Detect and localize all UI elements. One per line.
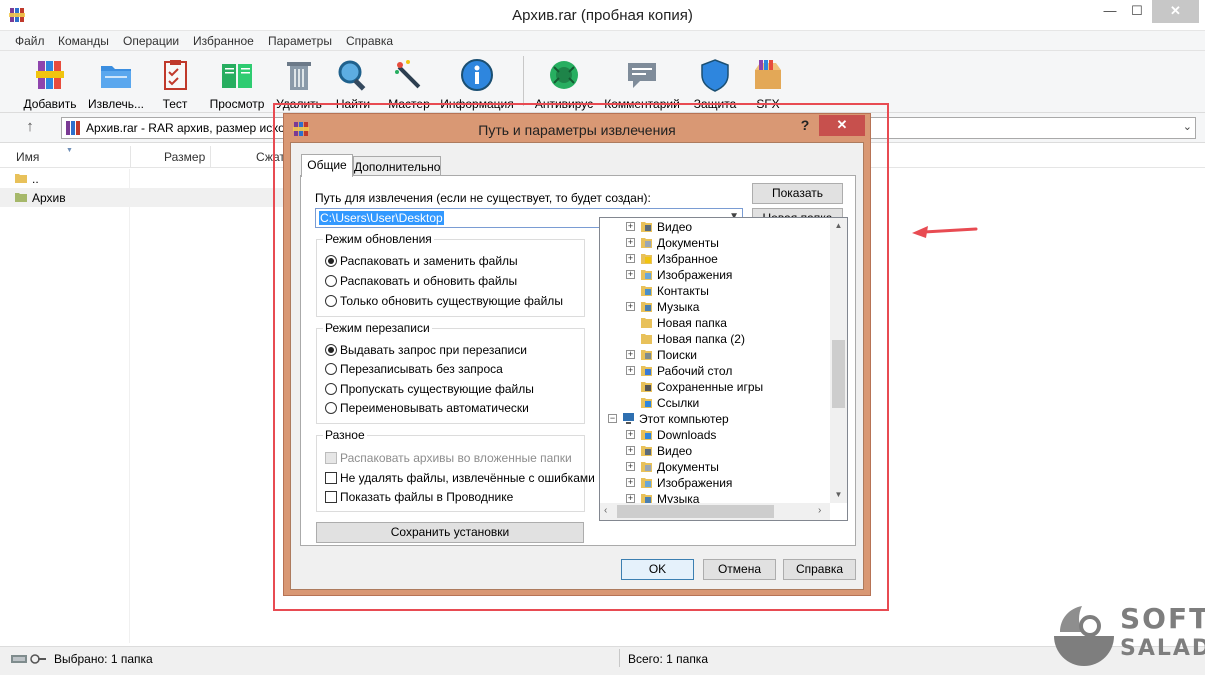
menu-bar: Файл Команды Операции Избранное Параметр… bbox=[0, 31, 1205, 51]
pointer-arrow-icon bbox=[912, 226, 978, 238]
title-bar: Архив.rar (пробная копия) — ☐ ✕ bbox=[0, 0, 1205, 31]
books-icon bbox=[36, 61, 64, 89]
status-bar: Выбрано: 1 папка Всего: 1 папка bbox=[0, 646, 1205, 675]
status-total: Всего: 1 папка bbox=[628, 652, 708, 666]
archive-icon bbox=[66, 121, 80, 135]
watermark-line2: SALAD bbox=[1120, 636, 1205, 661]
maximize-button[interactable]: ☐ bbox=[1124, 0, 1150, 23]
column-divider[interactable] bbox=[210, 146, 211, 168]
softsalad-logo-icon bbox=[1054, 606, 1114, 666]
highlight-frame bbox=[273, 103, 889, 611]
status-divider bbox=[619, 649, 620, 667]
watermark-line1: SOFT bbox=[1120, 602, 1205, 635]
softsalad-watermark: SOFT SALAD bbox=[1050, 602, 1205, 668]
menu-options[interactable]: Параметры bbox=[268, 34, 332, 48]
minimize-button[interactable]: — bbox=[1097, 0, 1123, 23]
speech-bubble-icon bbox=[628, 63, 656, 88]
up-button[interactable]: ↑ bbox=[20, 118, 40, 138]
folder-icon bbox=[15, 193, 27, 202]
close-icon: ✕ bbox=[1170, 3, 1181, 18]
address-text: Архив.rar - RAR архив, размер исходн bbox=[86, 121, 299, 135]
clipboard-check-icon bbox=[164, 60, 187, 90]
status-selected: Выбрано: 1 папка bbox=[54, 652, 153, 666]
file-list-column bbox=[0, 169, 130, 643]
test-button[interactable]: Тест bbox=[150, 55, 200, 111]
view-button[interactable]: Просмотр bbox=[208, 55, 266, 111]
book-icon bbox=[222, 64, 252, 88]
extract-button[interactable]: Извлечь... bbox=[88, 55, 144, 111]
magnifier-icon bbox=[338, 60, 366, 91]
tab-general[interactable]: Общие bbox=[301, 154, 353, 177]
file-name: .. bbox=[32, 172, 39, 186]
maximize-icon: ☐ bbox=[1131, 3, 1143, 18]
chevron-down-icon[interactable]: ⌄ bbox=[1183, 120, 1192, 133]
folder-icon bbox=[15, 174, 27, 183]
arrow-up-icon: ↑ bbox=[26, 118, 34, 135]
shield-icon bbox=[701, 59, 729, 92]
file-name: Архив bbox=[32, 191, 66, 205]
column-size[interactable]: Размер bbox=[164, 150, 205, 164]
list-item[interactable]: .. bbox=[0, 169, 290, 188]
add-label: Добавить bbox=[23, 97, 77, 111]
minimize-icon: — bbox=[1103, 3, 1117, 18]
info-icon bbox=[461, 59, 493, 91]
menu-file[interactable]: Файл bbox=[15, 34, 45, 48]
close-button[interactable]: ✕ bbox=[1152, 0, 1199, 23]
menu-favorites[interactable]: Избранное bbox=[193, 34, 254, 48]
folder-extract-icon bbox=[101, 66, 131, 88]
menu-commands[interactable]: Команды bbox=[58, 34, 109, 48]
box-icon bbox=[755, 60, 781, 89]
menu-operations[interactable]: Операции bbox=[123, 34, 179, 48]
toolbar-separator bbox=[523, 56, 524, 106]
menu-help[interactable]: Справка bbox=[346, 34, 393, 48]
column-name[interactable]: Имя bbox=[16, 150, 39, 164]
add-button[interactable]: Добавить bbox=[22, 55, 78, 111]
column-divider[interactable] bbox=[130, 146, 131, 168]
window-title: Архив.rar (пробная копия) bbox=[512, 7, 693, 24]
sort-indicator-icon: ▼ bbox=[66, 147, 73, 154]
magic-wand-icon bbox=[395, 60, 421, 89]
bug-icon bbox=[550, 61, 578, 89]
drive-key-icon[interactable] bbox=[11, 653, 47, 665]
list-item[interactable]: Архив bbox=[0, 188, 290, 207]
trash-icon bbox=[287, 62, 311, 90]
